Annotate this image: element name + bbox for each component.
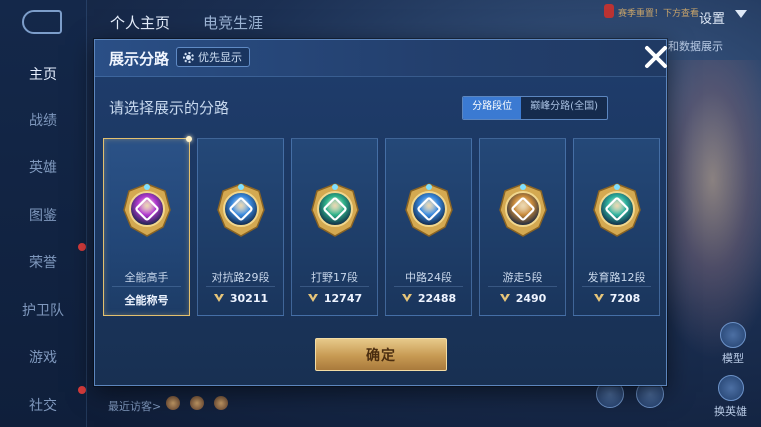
- season-notice[interactable]: 赛季重置！下方查看: [618, 6, 699, 19]
- card-divider: [112, 286, 181, 287]
- confirm-button[interactable]: 确定: [315, 338, 447, 371]
- tab-esports[interactable]: 电竞生涯: [203, 12, 263, 33]
- points-icon: [499, 293, 511, 306]
- notification-dot: [78, 243, 86, 251]
- lane-name: 对抗路29段: [211, 271, 270, 284]
- notification-dot: [78, 386, 86, 394]
- switch-hero-icon: [717, 375, 744, 401]
- priority-display-button[interactable]: 优先显示: [176, 47, 250, 67]
- chevron-down-icon[interactable]: [735, 10, 747, 18]
- farm-lane-badge-icon: [586, 179, 648, 241]
- lane-score: 22488: [386, 292, 471, 306]
- back-icon[interactable]: [22, 10, 62, 34]
- switch-hero-label: 换英雄: [714, 405, 747, 418]
- left-nav-rail: 主页 战绩 英雄 图鉴 荣誉 护卫队 游戏 社交: [0, 0, 87, 427]
- model-icon: [720, 322, 746, 348]
- tab-peak-lane[interactable]: 巅峰分路(全国): [521, 97, 607, 119]
- lane-card[interactable]: 对抗路29段 30211: [197, 138, 284, 316]
- select-lane-prompt: 请选择展示的分路: [109, 99, 230, 117]
- lane-name: 游走5段: [502, 271, 543, 284]
- lane-score-value: 30211: [229, 292, 269, 305]
- display-lane-dialog: 展示分路 优先显示 请选择展示的分路 分路段位 巅峰分路(全国) 全能高手全能称…: [94, 39, 667, 386]
- nav-item-games[interactable]: 游戏: [0, 347, 86, 367]
- data-display-chip[interactable]: 和数据展示: [668, 38, 723, 54]
- lane-card[interactable]: 发育路12段 7208: [573, 138, 660, 316]
- lane-name: 发育路12段: [587, 271, 646, 284]
- lane-name: 中路24段: [405, 271, 452, 284]
- nav-item-home[interactable]: 主页: [0, 64, 86, 84]
- lane-score-value: 22488: [417, 292, 457, 305]
- points-icon: [307, 293, 319, 306]
- lane-score: 2490: [480, 292, 565, 306]
- lane-card[interactable]: 全能高手 全能称号: [103, 136, 192, 316]
- lane-name: 打野17段: [311, 271, 358, 284]
- selected-indicator: [186, 136, 192, 142]
- points-icon: [401, 293, 413, 306]
- clash-lane-badge-icon: [210, 179, 272, 241]
- lane-score-value: 12747: [323, 292, 363, 305]
- dialog-title: 展示分路: [109, 50, 170, 68]
- model-label: 模型: [722, 352, 744, 365]
- priority-display-label: 优先显示: [198, 51, 242, 64]
- visitor-avatar[interactable]: [190, 396, 204, 410]
- dialog-header: 展示分路 优先显示: [95, 40, 666, 77]
- points-icon: [593, 293, 605, 306]
- switch-hero-button[interactable]: 换英雄: [714, 375, 747, 419]
- lane-name: 全能高手: [124, 271, 169, 284]
- nav-item-heroes[interactable]: 英雄: [0, 157, 86, 177]
- card-divider: [582, 286, 651, 287]
- lane-type-toggle: 分路段位 巅峰分路(全国): [462, 96, 608, 120]
- model-button[interactable]: 模型: [720, 322, 746, 366]
- card-divider: [488, 286, 557, 287]
- mid-lane-badge-icon: [398, 179, 460, 241]
- card-divider: [300, 286, 369, 287]
- lane-score-value: 7208: [609, 292, 641, 305]
- nav-item-social[interactable]: 社交: [0, 395, 86, 415]
- nav-item-codex[interactable]: 图鉴: [0, 205, 86, 225]
- roam-badge-icon: [492, 179, 554, 241]
- nav-item-honor[interactable]: 荣誉: [0, 252, 86, 272]
- card-divider: [206, 286, 275, 287]
- lane-score-value: 2490: [515, 292, 547, 305]
- nav-item-record[interactable]: 战绩: [0, 110, 86, 130]
- alert-icon: [604, 4, 614, 18]
- card-divider: [394, 286, 463, 287]
- gear-icon: [183, 51, 194, 63]
- jungle-badge-icon: [304, 179, 366, 241]
- visitor-avatar[interactable]: [214, 396, 228, 410]
- settings-button[interactable]: 设置: [699, 8, 725, 27]
- tab-profile[interactable]: 个人主页: [110, 12, 170, 33]
- lane-score: 30211: [198, 292, 283, 306]
- recent-visitors-link[interactable]: 最近访客>: [108, 398, 161, 414]
- lane-card-list: 全能高手 全能称号 对抗路29段 30211 打野17段 12747 中路24段 22488 游…: [103, 136, 663, 318]
- lane-card[interactable]: 中路24段 22488: [385, 138, 472, 316]
- points-icon: [213, 293, 225, 306]
- tab-lane-rank[interactable]: 分路段位: [463, 97, 522, 119]
- all-round-badge-icon: [116, 179, 178, 241]
- nav-item-guard[interactable]: 护卫队: [0, 300, 86, 320]
- close-button[interactable]: [637, 38, 675, 76]
- lane-score: 全能称号: [104, 292, 189, 308]
- lane-card[interactable]: 游走5段 2490: [479, 138, 566, 316]
- lane-score: 7208: [574, 292, 659, 306]
- lane-score: 12747: [292, 292, 377, 306]
- lane-card[interactable]: 打野17段 12747: [291, 138, 378, 316]
- close-icon: [645, 46, 667, 68]
- lane-score-value: 全能称号: [124, 294, 169, 307]
- visitor-avatar[interactable]: [166, 396, 180, 410]
